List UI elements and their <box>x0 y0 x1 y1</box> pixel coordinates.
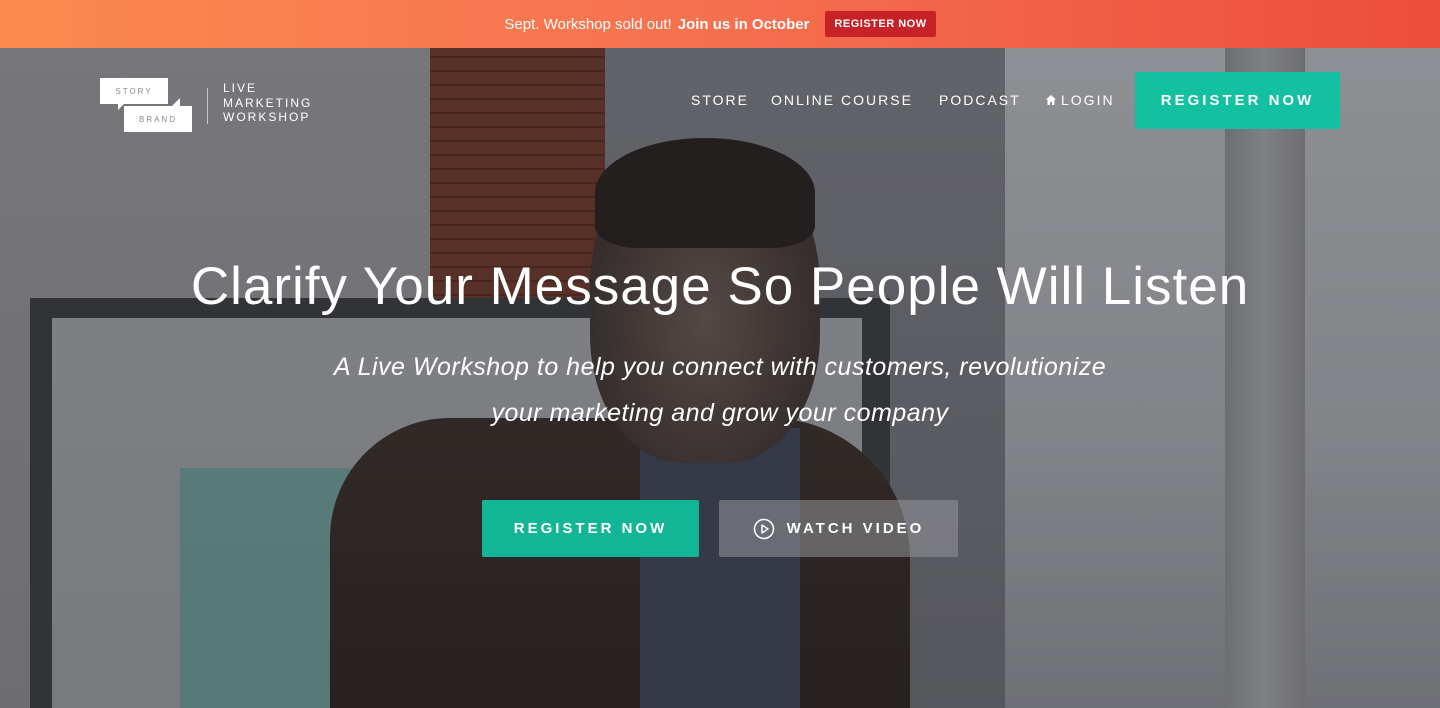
logo-story-box: STORY <box>100 78 168 104</box>
logo-tagline-line-2: MARKETING <box>223 95 313 110</box>
nav-login-label: LOGIN <box>1061 92 1115 108</box>
watch-video-button[interactable]: WATCH VIDEO <box>719 500 958 557</box>
nav-store[interactable]: STORE <box>691 92 749 108</box>
announcement-text: Sept. Workshop sold out! <box>504 15 672 33</box>
nav-online-course[interactable]: ONLINE COURSE <box>771 92 913 108</box>
watch-video-label: WATCH VIDEO <box>786 520 925 537</box>
logo-divider <box>207 88 208 124</box>
hero-section: STORY BRAND LIVE MARKETING WORKSHOP STOR… <box>0 48 1440 708</box>
hero-headline: Clarify Your Message So People Will List… <box>190 257 1250 316</box>
announcement-bold-text: Join us in October <box>677 15 810 33</box>
hero-register-button[interactable]: REGISTER NOW <box>482 500 699 557</box>
storybrand-logo[interactable]: STORY BRAND LIVE MARKETING WORKSHOP <box>100 78 320 134</box>
announcement-bar: Sept. Workshop sold out! Join us in Octo… <box>0 0 1440 48</box>
hero-subheadline: A Live Workshop to help you connect with… <box>0 344 1440 436</box>
logo-tagline: LIVE MARKETING WORKSHOP <box>223 81 333 125</box>
nav-login[interactable]: LOGIN <box>1045 92 1115 108</box>
logo-brand-box: BRAND <box>124 106 192 132</box>
logo-tagline-line-3: WORKSHOP <box>223 110 311 124</box>
header-register-button[interactable]: REGISTER NOW <box>1135 72 1340 129</box>
home-icon <box>1046 95 1056 105</box>
nav-podcast[interactable]: PODCAST <box>939 92 1021 108</box>
site-header: STORY BRAND LIVE MARKETING WORKSHOP STOR… <box>0 48 1440 148</box>
hero-subheadline-line-1: A Live Workshop to help you connect with… <box>333 353 1107 381</box>
announcement-register-button[interactable]: REGISTER NOW <box>825 11 936 37</box>
play-circle-icon <box>753 518 774 539</box>
hero-subheadline-line-2: your marketing and grow your company <box>491 399 949 427</box>
logo-tagline-line-1: LIVE <box>223 81 258 95</box>
